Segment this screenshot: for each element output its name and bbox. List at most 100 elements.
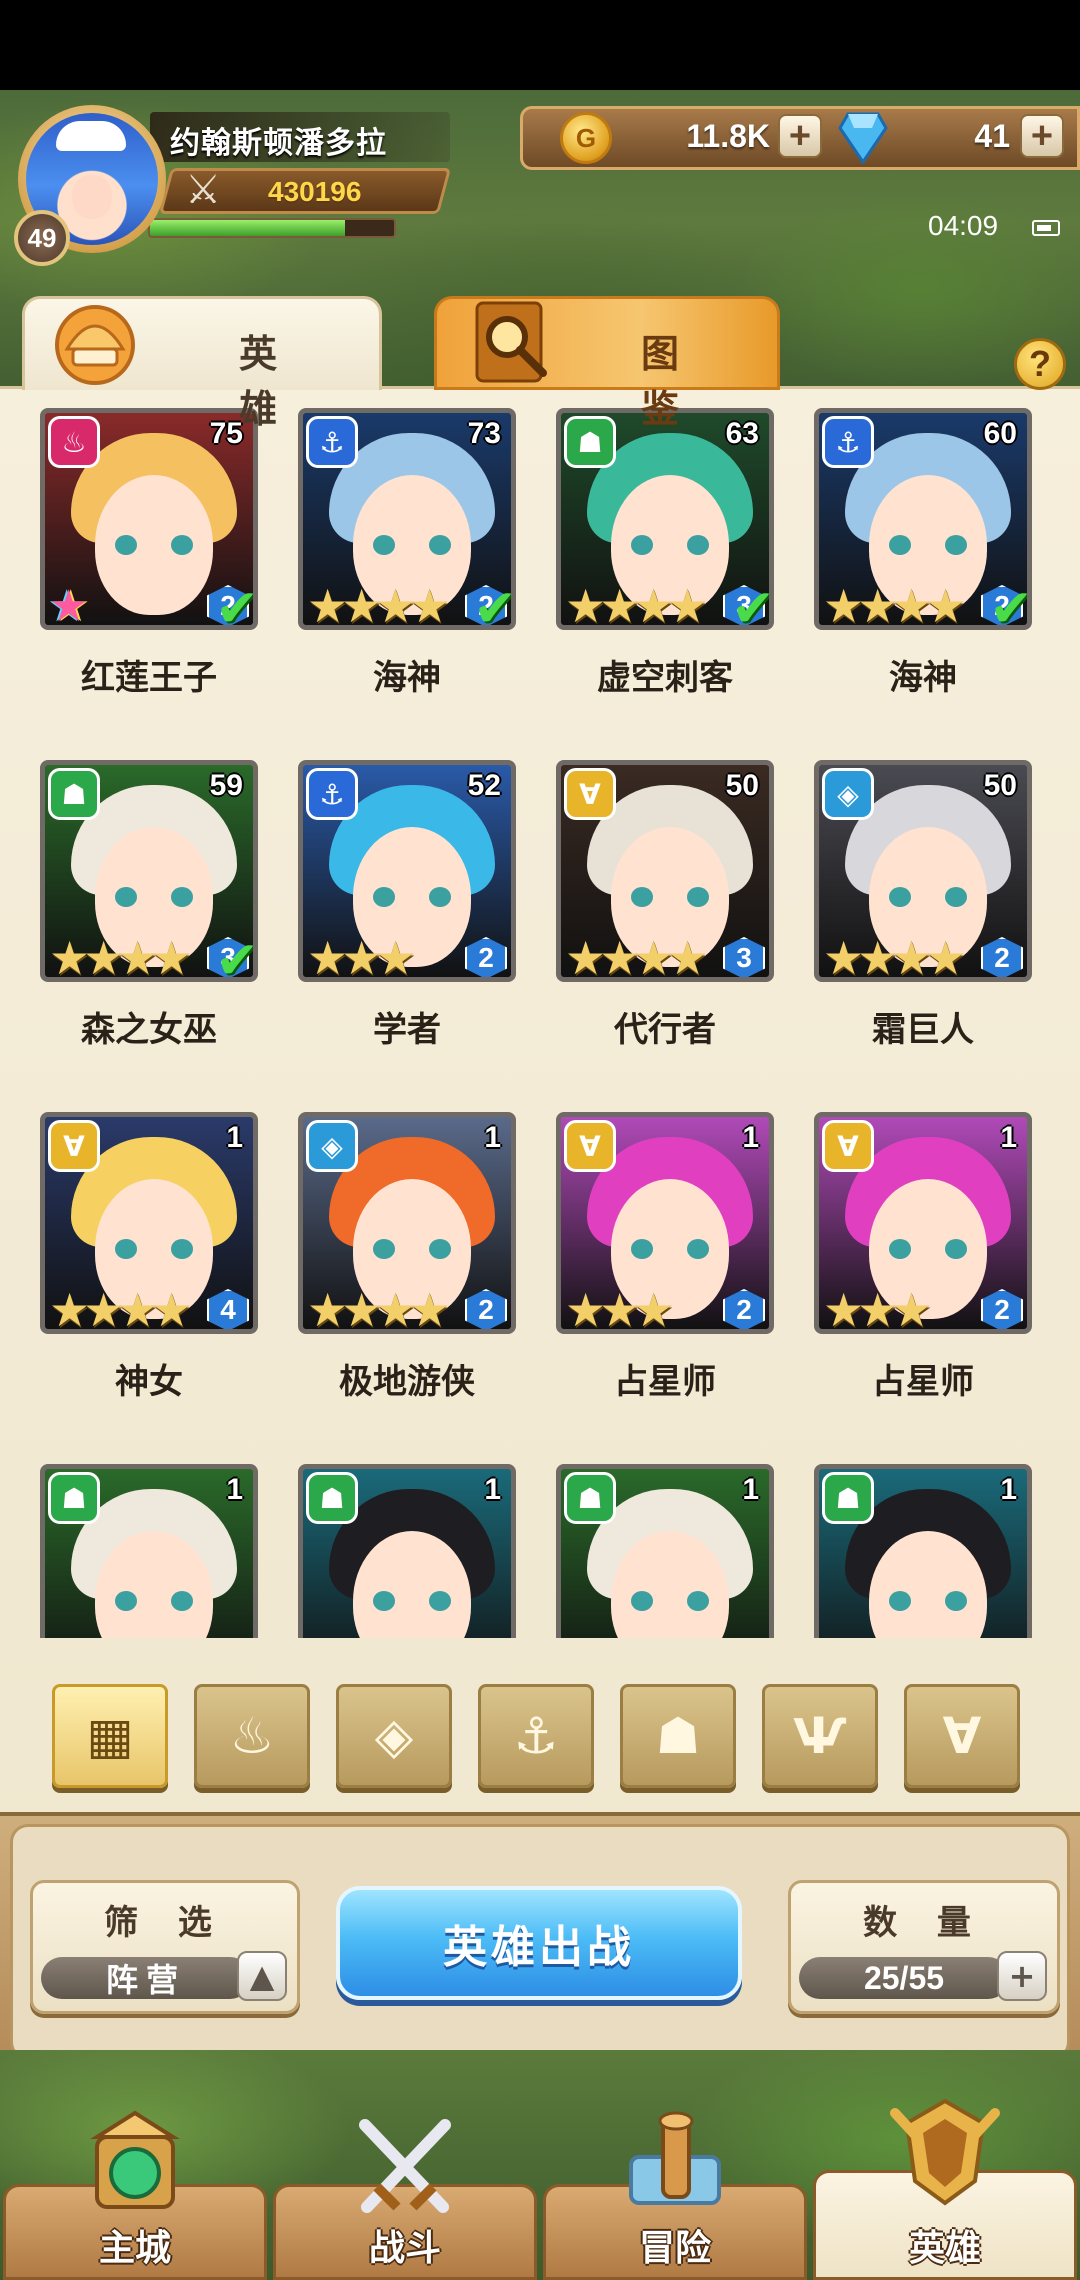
hero-portrait: ☗ 63 ★ ★ ★ ★ 3 ✔: [556, 408, 774, 630]
flame-faction-icon: ♨: [48, 416, 100, 468]
map-scroll-icon: [629, 2111, 721, 2205]
filter-beast-faction-button[interactable]: ☗: [620, 1684, 736, 1788]
hero-card[interactable]: ☗ 1: [556, 1464, 774, 1638]
hero-eyes: [373, 535, 451, 555]
experience-bar: [148, 218, 396, 238]
star-icon: ★: [151, 1283, 193, 1334]
count-title: 数 量: [863, 1903, 985, 1943]
demon-faction-icon: ∀: [942, 1707, 982, 1765]
hero-level: 50: [983, 769, 1017, 802]
filter-toggle-button[interactable]: ▲: [237, 1951, 287, 2001]
tab-codex[interactable]: 图 鉴: [434, 296, 780, 431]
hero-card[interactable]: ☗ 1: [40, 1464, 258, 1638]
deploy-heroes-button[interactable]: 英雄出战: [336, 1886, 742, 2000]
beast-faction-icon: ☗: [564, 416, 616, 468]
star-icon: ★: [633, 1283, 675, 1334]
star-icon: ★: [667, 579, 709, 630]
hero-card[interactable]: ∀ 1 ★ ★ ★ 2 占星师: [814, 1112, 1032, 1426]
hero-eyes: [631, 1591, 709, 1611]
hero-name: 神女: [115, 1362, 183, 1402]
nav-adventure[interactable]: 冒险: [543, 2111, 807, 2280]
hero-level: 1: [1000, 1121, 1017, 1154]
hero-level: 1: [226, 1121, 243, 1154]
hero-portrait: ♨ 75 ★ 2 ✔: [40, 408, 258, 630]
hero-card[interactable]: ◈ 50 ★ ★ ★ ★ 2 霜巨人: [814, 760, 1032, 1074]
nav-battle[interactable]: 战斗: [273, 2119, 537, 2280]
hero-card[interactable]: ☗ 1: [298, 1464, 516, 1638]
main-city-icon: [90, 2110, 180, 2209]
hero-stars: ★ ★ ★ ★: [307, 1287, 450, 1329]
filter-flame-faction-button[interactable]: ♨: [194, 1684, 310, 1788]
hero-portrait: ☗ 1: [40, 1464, 258, 1638]
nav-heroes-label: 英雄: [908, 2228, 981, 2269]
hero-grid-viewport[interactable]: ♨ 75 ★ 2 ✔ 红莲王子 ⚓ 73 ★ ★ ★ ★ 2 ✔ 海神 ☗ 63 ★ ★ ★ ★ 3 ✔ 虚空刺客 ⚓ 60 ★ ★ ★…: [0, 400, 1080, 1638]
filter-all-grid-button[interactable]: ▦: [52, 1684, 168, 1788]
nav-heroes[interactable]: 英雄: [813, 2098, 1077, 2280]
filter-value: 阵营: [41, 1957, 251, 1999]
hero-card[interactable]: ⚓ 73 ★ ★ ★ ★ 2 ✔ 海神: [298, 408, 516, 722]
star-icon: ★: [925, 931, 967, 982]
hero-stars: ★ ★ ★ ★: [565, 935, 708, 977]
hero-eyes: [889, 1591, 967, 1611]
hero-stars: ★ ★ ★: [823, 1287, 932, 1329]
hero-crest-icon: [890, 2098, 1000, 2206]
star-icon: ★: [891, 1283, 933, 1334]
tab-heroes-label: 英 雄: [239, 332, 296, 431]
hero-card[interactable]: ☗ 59 ★ ★ ★ ★ 3 ✔ 森之女巫: [40, 760, 258, 1074]
crossed-swords-icon: ⚔: [185, 167, 221, 213]
hero-stars: ★ ★ ★: [307, 935, 416, 977]
hero-level: 1: [1000, 1473, 1017, 1506]
expand-capacity-button[interactable]: +: [997, 1951, 1047, 2001]
hero-card[interactable]: ⚓ 60 ★ ★ ★ ★ 2 ✔ 海神: [814, 408, 1032, 722]
hero-card[interactable]: ∀ 50 ★ ★ ★ ★ 3 代行者: [556, 760, 774, 1074]
hero-level: 75: [209, 417, 243, 450]
star-icon: ★: [409, 579, 451, 630]
hero-level: 63: [725, 417, 759, 450]
hero-level: 1: [484, 1473, 501, 1506]
hero-portrait: ◈ 50 ★ ★ ★ ★ 2: [814, 760, 1032, 982]
demon-faction-icon: ∀: [564, 1120, 616, 1172]
hero-level: 1: [484, 1121, 501, 1154]
hero-card[interactable]: ◈ 1 ★ ★ ★ ★ 2 极地游侠: [298, 1112, 516, 1426]
beast-faction-icon: ☗: [564, 1472, 616, 1524]
beast-faction-icon: ☗: [822, 1472, 874, 1524]
filter-anchor-faction-button[interactable]: ⚓: [478, 1684, 594, 1788]
hero-eyes: [889, 887, 967, 907]
star-icon: ★: [151, 931, 193, 982]
deployed-check-icon: ✔: [473, 579, 516, 630]
hero-helmet-icon: [55, 305, 135, 385]
hero-card[interactable]: ∀ 1 ★ ★ ★ ★ 4 神女: [40, 1112, 258, 1426]
hero-level: 60: [983, 417, 1017, 450]
magnifier-icon: [475, 301, 547, 383]
filter-shield-faction-button[interactable]: ◈: [336, 1684, 452, 1788]
hero-portrait: ∀ 1 ★ ★ ★ 2: [814, 1112, 1032, 1334]
hero-card[interactable]: ∀ 1 ★ ★ ★ 2 占星师: [556, 1112, 774, 1426]
status-bar: [0, 0, 1080, 90]
hero-eyes: [115, 887, 193, 907]
star-icon: ★: [667, 931, 709, 982]
hero-portrait: ∀ 1 ★ ★ ★ ★ 4: [40, 1112, 258, 1334]
help-button[interactable]: ?: [1014, 338, 1066, 390]
filter-demon-faction-button[interactable]: ∀: [904, 1684, 1020, 1788]
hero-card[interactable]: ☗ 1: [814, 1464, 1032, 1638]
add-gems-button[interactable]: +: [1020, 114, 1064, 158]
add-gold-button[interactable]: +: [778, 114, 822, 158]
anchor-faction-icon: ⚓: [513, 1707, 559, 1765]
hero-level: 1: [742, 1473, 759, 1506]
filter-fox-faction-button[interactable]: Ѱ: [762, 1684, 878, 1788]
hero-portrait: ⚓ 60 ★ ★ ★ ★ 2 ✔: [814, 408, 1032, 630]
hero-card[interactable]: ♨ 75 ★ 2 ✔ 红莲王子: [40, 408, 258, 722]
player-level-badge: 49: [14, 210, 70, 266]
combat-power-value: 430196: [268, 176, 362, 207]
hero-stars: ★ ★ ★ ★: [823, 583, 966, 625]
tab-heroes[interactable]: 英 雄: [22, 296, 382, 431]
nav-main-city[interactable]: 主城: [3, 2110, 267, 2280]
hero-eyes: [115, 1239, 193, 1259]
hero-eyes: [631, 887, 709, 907]
hero-card[interactable]: ☗ 63 ★ ★ ★ ★ 3 ✔ 虚空刺客: [556, 408, 774, 722]
hero-stars: ★ ★ ★ ★: [49, 935, 192, 977]
gold-coin-icon: [560, 112, 612, 164]
beast-faction-icon: ☗: [48, 1472, 100, 1524]
hero-card[interactable]: ⚓ 52 ★ ★ ★ 2 学者: [298, 760, 516, 1074]
beast-faction-icon: ☗: [306, 1472, 358, 1524]
